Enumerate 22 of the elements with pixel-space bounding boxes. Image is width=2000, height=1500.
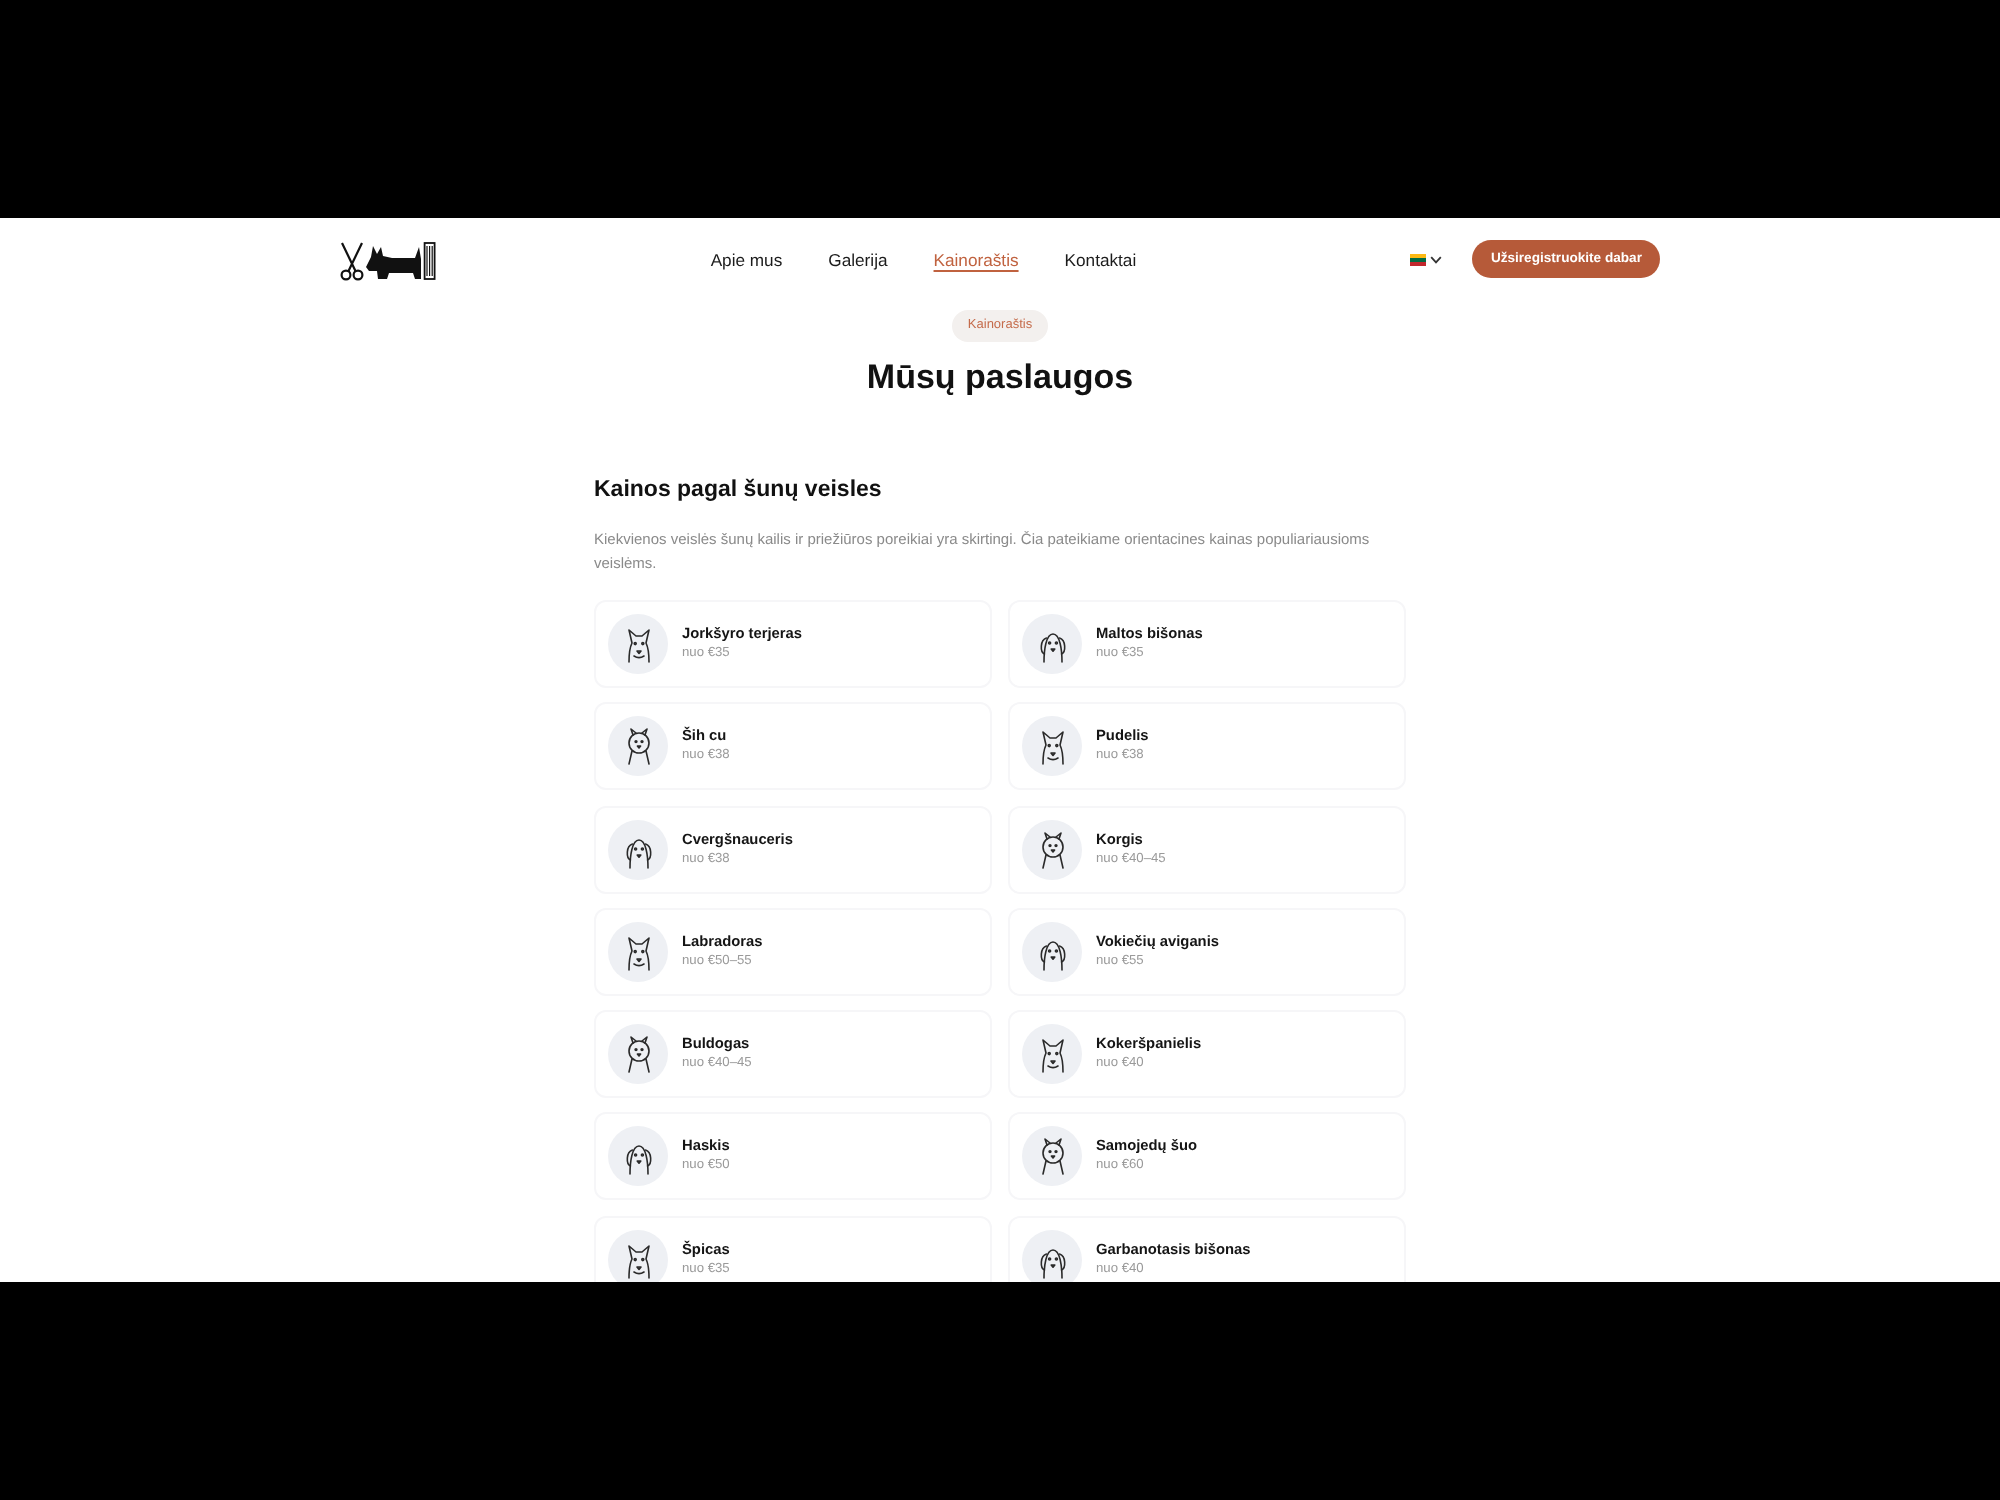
- dog-head-icon: [1022, 716, 1082, 777]
- language-selector[interactable]: [1410, 253, 1443, 265]
- nav-link[interactable]: Kainoraštis: [933, 247, 1019, 271]
- nav-link[interactable]: Kontaktai: [1064, 247, 1137, 271]
- page-title: Mūsų paslaugos: [866, 356, 1134, 400]
- dog-head-icon: [608, 614, 668, 674]
- dog-head-icon: [1022, 1024, 1082, 1085]
- dog-head-icon: [608, 819, 668, 880]
- dog-head-icon: [1022, 1126, 1082, 1187]
- dog-head-icon: [1022, 614, 1082, 674]
- chevron-down-icon: [1430, 255, 1443, 263]
- dog-head-icon: [1022, 921, 1082, 982]
- dog-head-icon: [1022, 819, 1082, 880]
- dog-head-icon: [608, 1024, 668, 1085]
- logo-icon[interactable]: [340, 237, 436, 281]
- dog-head-icon: [608, 921, 668, 982]
- dog-head-icon: [608, 716, 668, 777]
- nav-link[interactable]: Apie mus: [710, 247, 783, 271]
- dog-head-icon: [608, 1126, 668, 1187]
- nav-link[interactable]: Galerija: [828, 247, 888, 271]
- flag-icon: [1410, 253, 1427, 265]
- section-heading: Kainos pagal šunų veisles: [594, 476, 884, 506]
